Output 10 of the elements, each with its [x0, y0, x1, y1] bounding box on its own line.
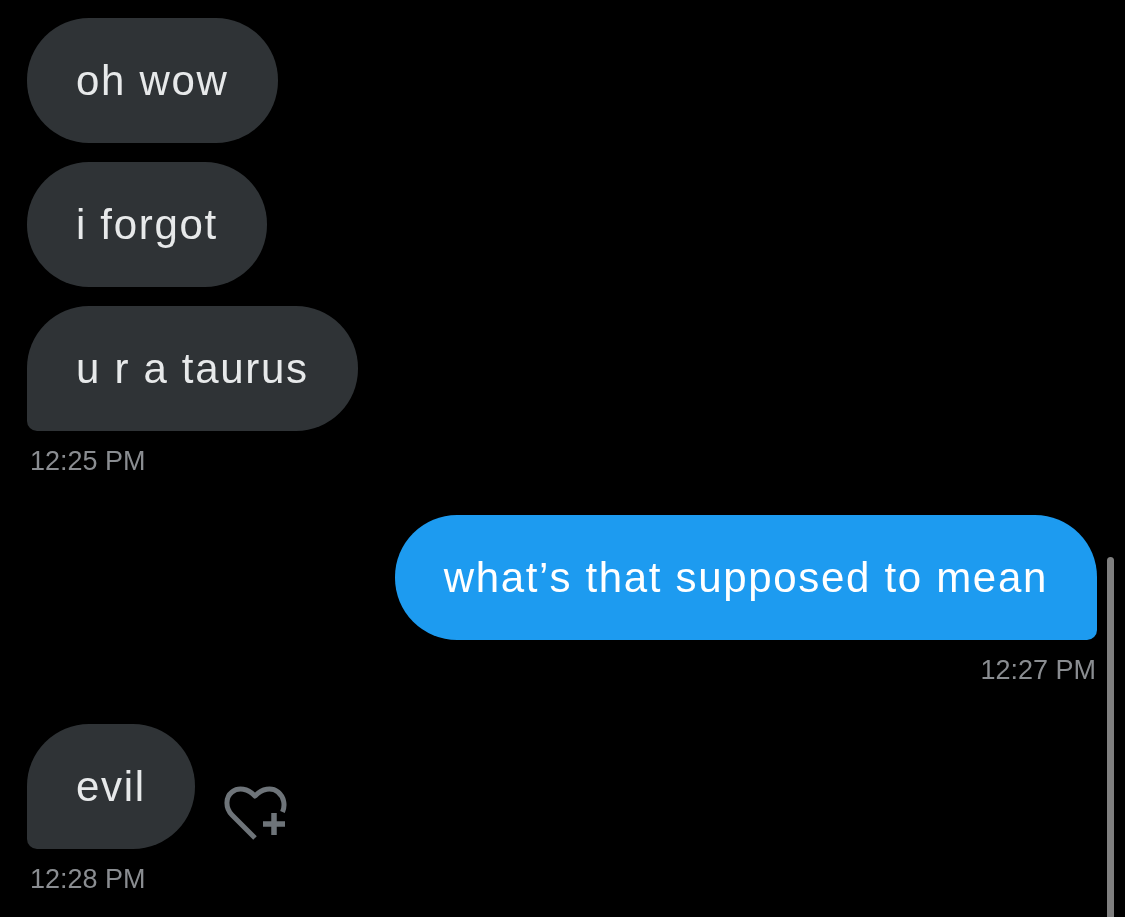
- message-bubble: i forgot: [27, 162, 267, 287]
- message-bubble: oh wow: [27, 18, 278, 143]
- message-bubble: evil: [27, 724, 195, 849]
- message-timestamp: 12:27 PM: [980, 655, 1097, 685]
- message-timestamp: 12:28 PM: [29, 864, 146, 894]
- message-timestamp: 12:25 PM: [29, 446, 146, 476]
- scrollbar-thumb[interactable]: [1107, 557, 1114, 917]
- message-bubble: u r a taurus: [27, 306, 358, 431]
- message-bubble: what’s that supposed to mean: [394, 515, 1097, 640]
- heart-plus-icon[interactable]: [223, 786, 288, 840]
